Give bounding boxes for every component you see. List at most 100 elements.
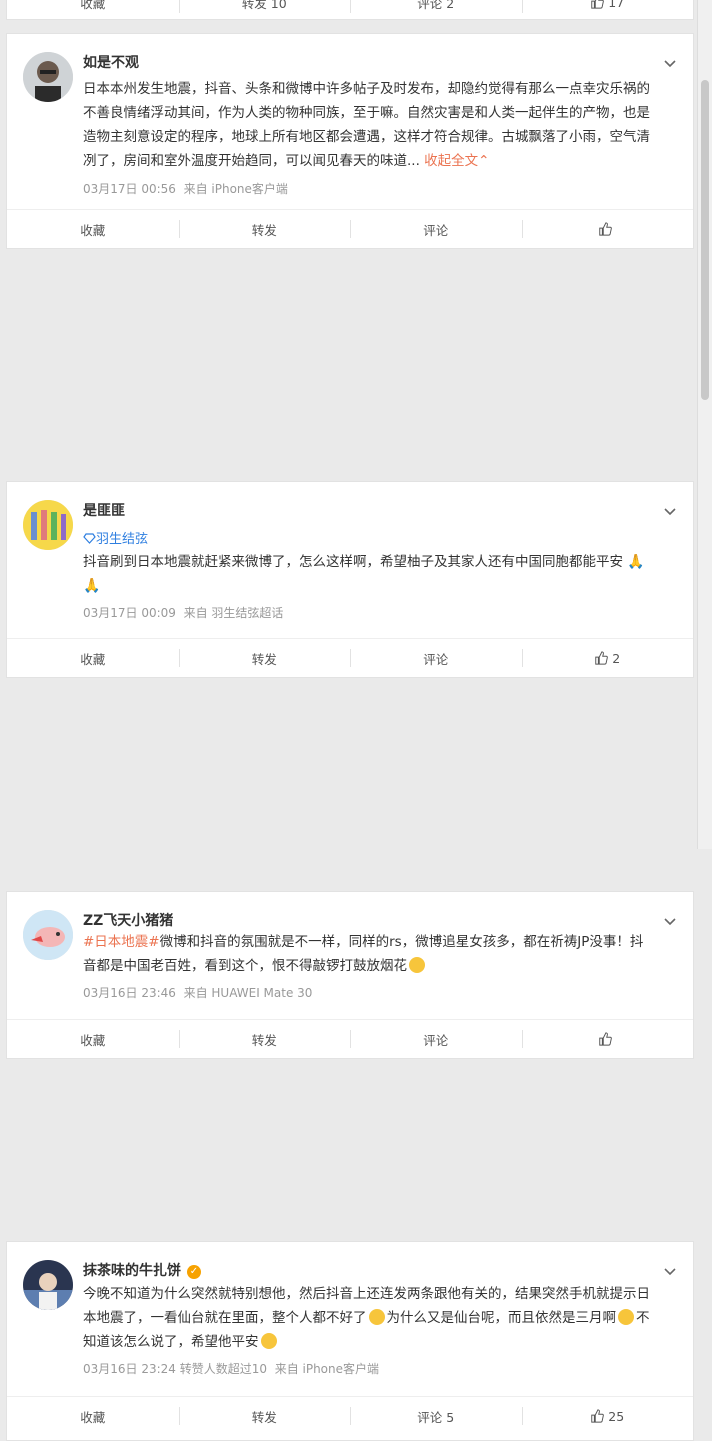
like-count: 2: [612, 650, 621, 666]
pray-emoji-icon: 🙏: [627, 554, 645, 570]
comment-button[interactable]: 评论 5: [350, 1397, 522, 1435]
post-meta: 03月17日 00:56 来自 iPhone客户端: [83, 180, 288, 197]
comment-label: 评论 5: [417, 1409, 455, 1425]
repost-button[interactable]: 转发: [178, 1397, 351, 1435]
collect-button[interactable]: 收藏: [7, 1020, 179, 1058]
avatar[interactable]: [23, 500, 73, 550]
topic-link[interactable]: #日本地震#: [83, 934, 160, 950]
username[interactable]: 抹茶味的牛扎饼 ✓: [83, 1260, 201, 1280]
verified-badge-icon: ✓: [187, 1265, 201, 1279]
post-text: 今晚不知道为什么突然就特别想他，然后抖音上还连发两条跟他有关的，结果突然手机就提…: [83, 1282, 653, 1354]
post-meta: 03月16日 23:24 转赞人数超过10 来自 iPhone客户端: [83, 1360, 379, 1377]
post-time[interactable]: 03月17日 00:56: [83, 182, 176, 196]
avatar[interactable]: [23, 52, 73, 102]
chevron-down-icon[interactable]: [663, 914, 677, 928]
collect-label: 收藏: [80, 222, 106, 238]
chevron-down-icon[interactable]: [663, 504, 677, 518]
like-button[interactable]: 2: [521, 639, 694, 677]
crying-emoji-icon: [368, 1309, 385, 1325]
avatar[interactable]: [23, 910, 73, 960]
collect-button[interactable]: 收藏: [7, 639, 179, 677]
comment-label: 评论: [423, 651, 449, 667]
repost-button[interactable]: 转发: [178, 639, 351, 677]
repost-button[interactable]: 转发 10: [178, 0, 351, 19]
repost-count-note: 转赞人数超过10: [179, 1362, 268, 1376]
action-bar: 收藏 转发 评论: [7, 209, 693, 248]
username[interactable]: ZZ飞天小猪猪: [83, 910, 173, 930]
post-source: 来自 羽生结弦超话: [183, 606, 284, 620]
comment-button[interactable]: 评论 2: [350, 0, 522, 19]
post-body: 微博和抖音的氛围就是不一样，同样的rs，微博追星女孩多，都在祈祷JP没事！抖音都…: [83, 934, 644, 974]
post-source: 来自 iPhone客户端: [183, 182, 288, 196]
repost-label: 转发: [251, 222, 277, 238]
diamond-icon: [83, 533, 96, 544]
collect-button[interactable]: 收藏: [7, 0, 179, 19]
like-button[interactable]: 17: [521, 0, 694, 19]
post-time[interactable]: 03月16日 23:24: [83, 1362, 176, 1376]
scrollbar[interactable]: [697, 0, 712, 849]
thumbs-up-icon: [599, 1032, 613, 1046]
crying-emoji-icon: [260, 1333, 277, 1349]
like-button[interactable]: 25: [521, 1397, 694, 1435]
post-time[interactable]: 03月16日 23:46: [83, 986, 176, 1000]
post-card: 抹茶味的牛扎饼 ✓ 今晚不知道为什么突然就特别想他，然后抖音上还连发两条跟他有关的…: [6, 1241, 694, 1441]
like-count: 25: [608, 1408, 625, 1424]
scrollbar-thumb[interactable]: [701, 80, 709, 400]
post-meta: 03月16日 23:46 来自 HUAWEI Mate 30: [83, 984, 312, 1001]
comment-label: 评论: [423, 1032, 449, 1048]
comment-label: 评论 2: [417, 0, 455, 11]
previous-post-actions: 收藏 转发 10 评论 2 17: [6, 0, 694, 20]
laughing-emoji-icon: [409, 957, 425, 973]
collect-label: 收藏: [80, 0, 106, 11]
repost-button[interactable]: 转发: [178, 210, 351, 248]
chevron-down-icon[interactable]: [663, 56, 677, 70]
repost-label: 转发: [251, 651, 277, 667]
thumbs-up-icon: [595, 651, 609, 665]
collect-label: 收藏: [80, 1409, 106, 1425]
post-text: 日本本州发生地震，抖音、头条和微博中许多帖子及时发布，却隐约觉得有那么一点幸灾乐…: [83, 77, 653, 173]
comment-button[interactable]: 评论: [350, 1020, 522, 1058]
collapse-label: 收起全文: [424, 153, 479, 169]
like-button[interactable]: [521, 1020, 694, 1058]
comment-button[interactable]: 评论: [350, 210, 522, 248]
post-body: 抖音刷到日本地震就赶紧来微博了，怎么这样啊，希望柚子及其家人还有中国同胞都能平安: [83, 554, 623, 570]
comment-button[interactable]: 评论: [350, 639, 522, 677]
username[interactable]: 是匪匪: [83, 500, 125, 520]
post-body: 为什么又是仙台呢，而且依然是三月啊: [386, 1310, 617, 1326]
post-time[interactable]: 03月17日 00:09: [83, 606, 176, 620]
crying-emoji-icon: [618, 1309, 634, 1325]
username[interactable]: 如是不观: [83, 52, 139, 72]
post-card: ZZ飞天小猪猪 #日本地震#微博和抖音的氛围就是不一样，同样的rs，微博追星女孩…: [6, 891, 694, 1059]
collect-label: 收藏: [80, 1032, 106, 1048]
like-button[interactable]: [521, 210, 694, 248]
action-bar: 收藏 转发 评论 5 25: [7, 1396, 693, 1435]
action-bar: 收藏 转发 评论: [7, 1019, 693, 1058]
like-count: 17: [608, 0, 625, 10]
post-source: 来自 iPhone客户端: [274, 1362, 380, 1376]
pray-emoji-icon: 🙏: [83, 578, 101, 594]
post-card: 如是不观 日本本州发生地震，抖音、头条和微博中许多帖子及时发布，却隐约觉得有那么…: [6, 33, 694, 249]
collect-label: 收藏: [80, 651, 106, 667]
thumbs-up-icon: [591, 1409, 605, 1423]
fan-badge[interactable]: 羽生结弦: [83, 528, 148, 547]
collapse-link[interactable]: 收起全文⌃: [424, 153, 489, 169]
thumbs-up-icon: [599, 222, 613, 236]
repost-label: 转发 10: [241, 0, 287, 11]
action-bar: 收藏 转发 评论 2: [7, 638, 693, 677]
collect-button[interactable]: 收藏: [7, 1397, 179, 1435]
collect-button[interactable]: 收藏: [7, 210, 179, 248]
comment-label: 评论: [423, 222, 449, 238]
post-body: 日本本州发生地震，抖音、头条和微博中许多帖子及时发布，却隐约觉得有那么一点幸灾乐…: [83, 81, 650, 169]
repost-label: 转发: [251, 1032, 277, 1048]
post-text: #日本地震#微博和抖音的氛围就是不一样，同样的rs，微博追星女孩多，都在祈祷JP…: [83, 930, 653, 978]
post-meta: 03月17日 00:09 来自 羽生结弦超话: [83, 604, 283, 621]
repost-label: 转发: [251, 1409, 277, 1425]
repost-button[interactable]: 转发: [178, 1020, 351, 1058]
post-card: 是匪匪 羽生结弦 抖音刷到日本地震就赶紧来微博了，怎么这样啊，希望柚子及其家人还…: [6, 481, 694, 678]
fan-badge-label: 羽生结弦: [96, 532, 149, 547]
post-source: 来自 HUAWEI Mate 30: [183, 986, 313, 1000]
chevron-down-icon[interactable]: [663, 1264, 677, 1278]
avatar[interactable]: [23, 1260, 73, 1310]
thumbs-up-icon: [591, 0, 605, 9]
username-label: 抹茶味的牛扎饼: [83, 1263, 181, 1279]
